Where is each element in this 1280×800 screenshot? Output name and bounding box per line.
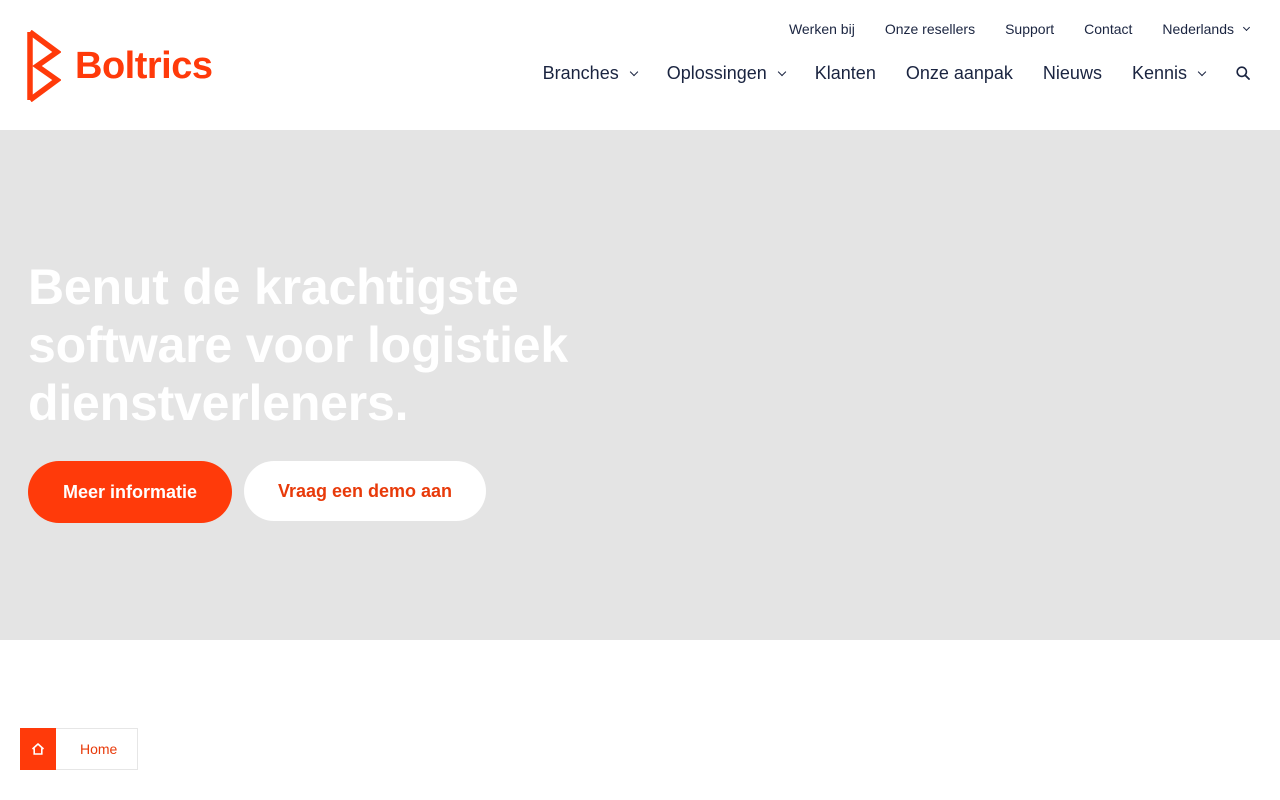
topnav-contact[interactable]: Contact (1084, 19, 1132, 39)
search-button[interactable] (1235, 60, 1251, 86)
topnav-label: Onze resellers (884, 21, 976, 37)
home-icon-glyph (31, 743, 45, 755)
nav-label: Branches (542, 63, 619, 83)
logo[interactable]: Boltrics (27, 30, 213, 102)
nav-label: Onze aanpak (905, 63, 1013, 83)
chevron-down-icon (777, 67, 787, 76)
hero-title: Benut de krachtigste software voor logis… (28, 259, 568, 431)
utility-nav: Werken bij Onze resellers Support Contac… (789, 19, 1251, 39)
chevron-down-icon (1197, 67, 1207, 76)
main-nav: Branches Oplossingen Klanten Onze aanpak… (543, 60, 1251, 86)
language-selector[interactable]: Nederlands (1162, 19, 1251, 39)
logo-text: Boltrics (75, 45, 213, 87)
nav-oplossingen[interactable]: Oplossingen (666, 60, 787, 86)
chevron-down-icon (629, 67, 638, 76)
topnav-label: Contact (1084, 21, 1133, 37)
home-icon[interactable] (20, 728, 56, 770)
chevron-down-icon (1242, 23, 1251, 32)
demo-request-button[interactable]: Vraag een demo aan (244, 461, 486, 521)
nav-label: Klanten (814, 63, 876, 83)
nav-klanten[interactable]: Klanten (815, 60, 876, 86)
topnav-label: Support (1005, 21, 1055, 37)
topnav-werken-bij[interactable]: Werken bij (789, 19, 855, 39)
nav-label: Oplossingen (666, 63, 767, 83)
site-header: Boltrics Werken bij Onze resellers Suppo… (0, 0, 1280, 130)
search-icon (1236, 66, 1250, 80)
topnav-support[interactable]: Support (1005, 19, 1054, 39)
nav-kennis[interactable]: Kennis (1131, 60, 1207, 86)
nav-nieuws[interactable]: Nieuws (1043, 60, 1102, 86)
meer-informatie-button[interactable]: Meer informatie (28, 461, 232, 523)
boltrics-logo-mark-icon (27, 30, 61, 102)
nav-label: Nieuws (1042, 63, 1102, 83)
topnav-onze-resellers[interactable]: Onze resellers (885, 19, 975, 39)
hero-section: Benut de krachtigste software voor logis… (0, 130, 1280, 640)
breadcrumb: Home (20, 728, 139, 770)
topnav-label: Werken bij (788, 21, 855, 37)
nav-label: Kennis (1131, 63, 1187, 83)
nav-branches[interactable]: Branches (542, 60, 638, 86)
breadcrumb-home-link[interactable]: Home (56, 729, 137, 769)
nav-onze-aanpak[interactable]: Onze aanpak (906, 60, 1013, 86)
language-label: Nederlands (1162, 21, 1234, 37)
